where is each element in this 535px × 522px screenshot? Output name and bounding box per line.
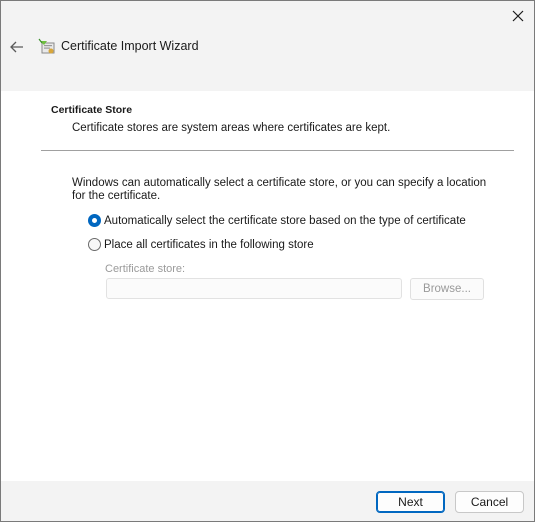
store-description: Windows can automatically select a certi… [72,177,487,202]
section-subtitle: Certificate stores are system areas wher… [72,122,391,134]
radio-button-selected[interactable] [88,214,101,227]
cancel-button[interactable]: Cancel [455,491,524,513]
radio-place-in-store[interactable]: Place all certificates in the following … [88,238,314,251]
radio-auto-select-label: Automatically select the certificate sto… [104,214,466,227]
wizard-title: Certificate Import Wizard [61,39,199,53]
close-button[interactable] [502,1,534,31]
divider [41,150,514,151]
title-bar [1,1,534,33]
certificate-wizard-icon [38,38,55,54]
certificate-import-wizard-window: Certificate Import Wizard Certificate St… [0,0,535,522]
radio-button-unselected[interactable] [88,238,101,251]
section-title: Certificate Store [51,104,133,116]
close-icon [512,10,524,22]
wizard-content: Certificate Store Certificate stores are… [1,91,534,481]
wizard-header: Certificate Import Wizard [1,33,534,61]
browse-button: Browse... [410,278,484,300]
radio-auto-select[interactable]: Automatically select the certificate sto… [88,214,466,227]
certificate-store-label: Certificate store: [105,263,186,275]
back-button[interactable] [7,37,27,57]
next-button[interactable]: Next [376,491,445,513]
certificate-store-field [106,278,402,299]
back-arrow-icon [10,41,23,53]
radio-place-in-store-label: Place all certificates in the following … [104,238,314,251]
wizard-footer: Next Cancel [1,481,534,521]
